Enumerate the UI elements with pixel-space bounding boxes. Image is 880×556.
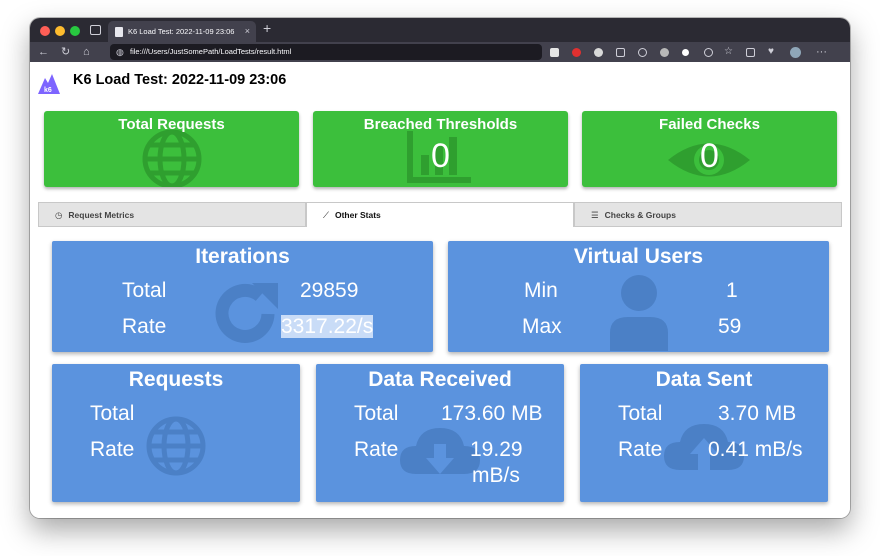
requests-title: Requests xyxy=(128,368,224,391)
breached-thresholds-title: Breached Thresholds xyxy=(363,116,518,133)
failed-checks-value: 0 xyxy=(700,137,719,175)
virtual-users-max-label: Max xyxy=(522,315,562,338)
extension-gear-icon[interactable] xyxy=(638,48,647,57)
report-tabs: ◷ Request Metrics ⟋ Other Stats ☰ Checks & … xyxy=(38,202,842,227)
k6-logo-text: k6 xyxy=(44,87,52,94)
browser-navbar: ← ↻ ⌂ ◍ file:///Users/JustSomePath/LoadT… xyxy=(30,42,850,62)
data-received-rate-label: Rate xyxy=(354,438,399,461)
data-received-card: Data Received Total 173.60 MB Rate 19.29… xyxy=(316,364,564,502)
data-sent-card: Data Sent Total 3.70 MB Rate 0.41 mB/s xyxy=(580,364,828,502)
requests-rate-label: Rate xyxy=(90,438,135,461)
browser-tab-title: K6 Load Test: 2022-11-09 23:06 xyxy=(128,27,235,36)
globe-icon xyxy=(142,129,202,187)
data-sent-title: Data Sent xyxy=(655,368,753,391)
iterations-total-value: 29859 xyxy=(300,279,359,302)
tab-request-metrics[interactable]: ◷ Request Metrics xyxy=(38,202,306,227)
close-tab-icon[interactable]: × xyxy=(245,21,250,42)
user-icon xyxy=(610,275,668,351)
data-sent-rate-label: Rate xyxy=(618,438,663,461)
iterations-rate-highlight: 3317.22/s xyxy=(281,315,374,338)
extension-shield-icon[interactable] xyxy=(594,48,603,57)
maximize-window-button[interactable] xyxy=(70,26,80,36)
tab-other-stats[interactable]: ⟋ Other Stats xyxy=(306,202,574,227)
data-received-rate-value: 19.29 xyxy=(470,438,523,461)
virtual-users-min-value: 1 xyxy=(726,279,738,302)
virtual-users-max-value: 59 xyxy=(718,315,742,338)
extension-paw-icon[interactable] xyxy=(660,48,669,57)
data-received-total-label: Total xyxy=(354,402,399,425)
data-received-rate-unit: mB/s xyxy=(472,464,520,487)
iterations-card: Iterations Total 29859 Rate 3317.22/s xyxy=(52,241,433,352)
requests-card: Requests Total Rate xyxy=(52,364,300,502)
extension-dark-icon[interactable] xyxy=(550,48,559,57)
failed-checks-title: Failed Checks xyxy=(659,116,760,133)
failed-checks-card: Failed Checks 0 xyxy=(582,111,837,187)
clock-icon: ◷ xyxy=(55,210,63,220)
iterations-title: Iterations xyxy=(195,245,290,268)
new-tab-button[interactable]: + xyxy=(263,20,271,36)
report-page: k6 K6 Load Test: 2022-11-09 23:06 Total … xyxy=(30,62,850,518)
data-received-total-value: 173.60 MB xyxy=(441,402,543,425)
virtual-users-title: Virtual Users xyxy=(573,245,704,268)
tab-overview-icon[interactable] xyxy=(90,25,101,35)
iterations-rate-value: 3317.22/s xyxy=(281,315,374,339)
tab-checks-groups-label: Checks & Groups xyxy=(604,210,676,220)
close-window-button[interactable] xyxy=(40,26,50,36)
breached-thresholds-value: 0 xyxy=(431,137,450,175)
bookmark-star-icon[interactable]: ☆ xyxy=(724,44,733,60)
data-sent-total-value: 3.70 MB xyxy=(718,402,797,425)
iterations-rate-label: Rate xyxy=(122,315,167,338)
browser-tab[interactable]: K6 Load Test: 2022-11-09 23:06 × xyxy=(108,21,256,42)
data-sent-rate-value: 0.41 mB/s xyxy=(708,438,803,461)
data-received-title: Data Received xyxy=(368,368,512,391)
k6-logo: k6 xyxy=(38,74,60,94)
url-text: file:///Users/JustSomePath/LoadTests/res… xyxy=(130,47,292,56)
pocket-icon[interactable] xyxy=(616,48,625,57)
url-bar[interactable]: ◍ file:///Users/JustSomePath/LoadTests/r… xyxy=(110,44,542,60)
list-icon: ☰ xyxy=(591,210,599,220)
page-info-icon[interactable]: ◍ xyxy=(116,44,124,60)
extension-dots-icon[interactable] xyxy=(682,49,689,56)
heart-icon[interactable]: ♥ xyxy=(768,44,774,60)
collections-icon[interactable] xyxy=(746,48,755,57)
profile-avatar-icon[interactable] xyxy=(790,47,801,58)
total-requests-title: Total Requests xyxy=(118,116,225,133)
breached-thresholds-card: Breached Thresholds 0 xyxy=(313,111,568,187)
requests-total-label: Total xyxy=(90,402,135,425)
document-icon xyxy=(115,27,123,37)
browser-titlebar: K6 Load Test: 2022-11-09 23:06 × + xyxy=(30,18,850,42)
minimize-window-button[interactable] xyxy=(55,26,65,36)
reload-icon[interactable]: ↻ xyxy=(61,44,70,60)
menu-more-icon[interactable]: ··· xyxy=(816,44,827,60)
virtual-users-card: Virtual Users Min 1 Max 59 xyxy=(448,241,829,352)
data-sent-total-label: Total xyxy=(618,402,663,425)
browser-window: K6 Load Test: 2022-11-09 23:06 × + ← ↻ ⌂… xyxy=(30,18,850,518)
virtual-users-min-label: Min xyxy=(524,279,558,302)
extension-red-icon[interactable] xyxy=(572,48,581,57)
back-arrow-icon[interactable]: ← xyxy=(38,44,49,60)
tab-request-metrics-label: Request Metrics xyxy=(68,210,135,220)
globe-icon xyxy=(146,416,206,476)
total-requests-card: Total Requests xyxy=(44,111,299,187)
iterations-total-label: Total xyxy=(122,279,167,302)
home-icon[interactable]: ⌂ xyxy=(83,44,90,60)
tab-other-stats-label: Other Stats xyxy=(334,210,381,220)
page-title: K6 Load Test: 2022-11-09 23:06 xyxy=(73,72,287,88)
tab-checks-groups[interactable]: ☰ Checks & Groups xyxy=(574,202,842,227)
line-chart-icon: ⟋ xyxy=(323,210,329,220)
redo-icon xyxy=(215,283,278,343)
extension-circle-icon[interactable] xyxy=(704,48,713,57)
